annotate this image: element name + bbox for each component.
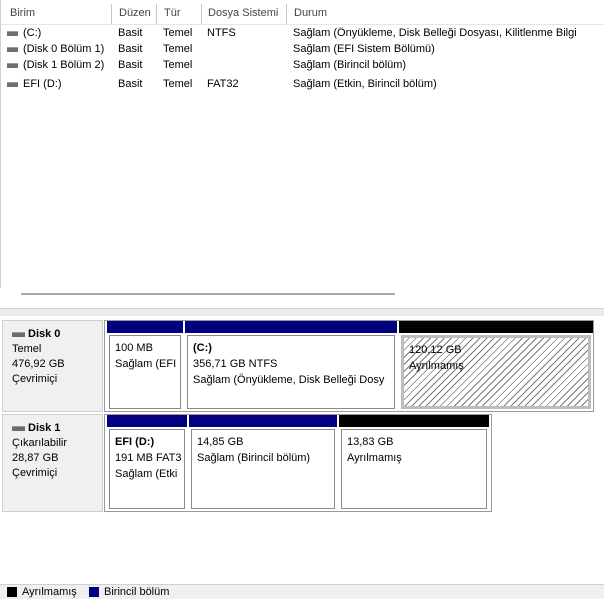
disk-name: Disk 0 <box>28 328 61 340</box>
column-header-layout[interactable]: Düzen <box>114 7 157 21</box>
disk-drive-icon <box>12 332 25 337</box>
volume-icon <box>7 31 18 36</box>
partition-unallocated[interactable]: 120,12 GB Ayrılmamış <box>399 321 593 411</box>
partition-status: Sağlam (Etki <box>115 468 178 480</box>
volume-type: Temel <box>163 43 193 55</box>
column-header-type[interactable]: Tür <box>159 7 202 21</box>
partition-size: 120,12 GB <box>409 344 462 356</box>
volume-filesystem: FAT32 <box>207 78 239 90</box>
partition-title: (C:) <box>193 342 212 354</box>
volume-name: (Disk 1 Bölüm 2) <box>23 59 105 71</box>
legend-label: Birincil bölüm <box>104 586 170 598</box>
disk-size: 28,87 GB <box>12 452 59 464</box>
partition-color-bar <box>189 415 337 427</box>
volume-name: EFI (D:) <box>23 78 62 90</box>
partition-status: Sağlam (EFI <box>115 358 177 370</box>
partition-body: 100 MB Sağlam (EFI <box>109 335 181 409</box>
volume-status: Sağlam (Önyükleme, Disk Belleği Dosyası,… <box>293 27 577 39</box>
volume-row[interactable]: EFI (D:) Basit Temel FAT32 Sağlam (Etkin… <box>1 78 604 91</box>
column-separator[interactable] <box>286 4 287 24</box>
volume-list-header: Birim Düzen Tür Dosya Sistemi Durum <box>1 4 604 25</box>
volume-layout: Basit <box>118 27 143 39</box>
volume-type: Temel <box>163 27 193 39</box>
volume-status: Sağlam (Etkin, Birincil bölüm) <box>293 78 437 90</box>
disk-state: Çevrimiçi <box>12 373 58 385</box>
disk-size: 476,92 GB <box>12 358 65 370</box>
partition-color-bar <box>339 415 489 427</box>
volume-row[interactable]: (Disk 1 Bölüm 2) Basit Temel Sağlam (Bir… <box>1 59 604 72</box>
volume-name: (Disk 0 Bölüm 1) <box>23 43 105 55</box>
disk-0-partitions: 100 MB Sağlam (EFI (C:) 356,71 GB NTFS S… <box>104 320 594 412</box>
partition-efi-d[interactable]: EFI (D:) 191 MB FAT3 Sağlam (Etki <box>107 415 187 511</box>
partition-unallocated[interactable]: 13,83 GB Ayrılmamış <box>339 415 489 511</box>
partition-title: EFI (D:) <box>115 436 155 448</box>
volume-icon <box>7 63 18 68</box>
disk-name: Disk 1 <box>28 422 61 434</box>
legend-swatch <box>89 587 99 597</box>
column-header-volume[interactable]: Birim <box>5 7 114 21</box>
horizontal-scrollbar-thumb[interactable] <box>21 293 395 295</box>
legend-item-unallocated: Ayrılmamış <box>7 586 77 598</box>
column-header-status[interactable]: Durum <box>289 7 604 21</box>
partition-color-bar <box>107 321 183 333</box>
partition-size: 13,83 GB <box>347 436 394 448</box>
partition-size: 14,85 GB <box>197 436 244 448</box>
partition-color-bar <box>399 321 593 333</box>
volume-type: Temel <box>163 78 193 90</box>
partition-body: 14,85 GB Sağlam (Birincil bölüm) <box>191 429 335 509</box>
partition-body: 120,12 GB Ayrılmamış <box>401 335 591 409</box>
volume-row[interactable]: (C:) Basit Temel NTFS Sağlam (Önyükleme,… <box>1 27 604 40</box>
volume-status: Sağlam (Birincil bölüm) <box>293 59 407 71</box>
partition-status: Sağlam (Birincil bölüm) <box>197 452 311 464</box>
partition-body: (C:) 356,71 GB NTFS Sağlam (Önyükleme, D… <box>187 335 395 409</box>
partition-size: 356,71 GB NTFS <box>193 358 278 370</box>
volume-name: (C:) <box>23 27 42 39</box>
partition-body: EFI (D:) 191 MB FAT3 Sağlam (Etki <box>109 429 185 509</box>
disk-graphical-view: Disk 0 Temel 476,92 GB Çevrimiçi 100 MB … <box>0 316 604 582</box>
column-separator[interactable] <box>156 4 157 24</box>
disk-1-partitions: EFI (D:) 191 MB FAT3 Sağlam (Etki 14,85 … <box>104 414 492 512</box>
disk-kind: Temel <box>12 343 42 355</box>
partition-size: 100 MB <box>115 342 153 354</box>
disk-0-label[interactable]: Disk 0 Temel 476,92 GB Çevrimiçi <box>2 320 103 412</box>
volume-icon <box>7 47 18 52</box>
volume-layout: Basit <box>118 78 143 90</box>
partition-status: Ayrılmamış <box>409 360 464 372</box>
disk-kind: Çıkarılabilir <box>12 437 68 449</box>
column-separator[interactable] <box>111 4 112 24</box>
volume-status: Sağlam (EFI Sistem Bölümü) <box>293 43 435 55</box>
volume-layout: Basit <box>118 59 143 71</box>
volume-layout: Basit <box>118 43 143 55</box>
legend-swatch <box>7 587 17 597</box>
disk-state: Çevrimiçi <box>12 467 58 479</box>
disk-1-label[interactable]: Disk 1 Çıkarılabilir 28,87 GB Çevrimiçi <box>2 414 103 512</box>
partition-color-bar <box>185 321 397 333</box>
volume-icon <box>7 82 18 87</box>
partition-size: 191 MB FAT3 <box>115 452 182 464</box>
partition-status: Sağlam (Önyükleme, Disk Belleği Dosy <box>193 374 385 386</box>
partition-body: 13,83 GB Ayrılmamış <box>341 429 487 509</box>
partition-color-bar <box>107 415 187 427</box>
volume-row[interactable]: (Disk 0 Bölüm 1) Basit Temel Sağlam (EFI… <box>1 43 604 56</box>
column-header-filesystem[interactable]: Dosya Sistemi <box>203 7 286 21</box>
volume-list[interactable]: Birim Düzen Tür Dosya Sistemi Durum (C:)… <box>0 0 604 295</box>
disk-drive-icon <box>12 426 25 431</box>
legend-label: Ayrılmamış <box>22 586 77 598</box>
column-separator[interactable] <box>201 4 202 24</box>
volume-filesystem: NTFS <box>207 27 236 39</box>
partition-c-drive[interactable]: (C:) 356,71 GB NTFS Sağlam (Önyükleme, D… <box>185 321 397 411</box>
partition-primary[interactable]: 14,85 GB Sağlam (Birincil bölüm) <box>189 415 337 511</box>
legend: Ayrılmamış Birincil bölüm <box>0 584 604 599</box>
volume-type: Temel <box>163 59 193 71</box>
legend-item-primary: Birincil bölüm <box>89 586 169 598</box>
partition-efi-system[interactable]: 100 MB Sağlam (EFI <box>107 321 183 411</box>
partition-status: Ayrılmamış <box>347 452 402 464</box>
